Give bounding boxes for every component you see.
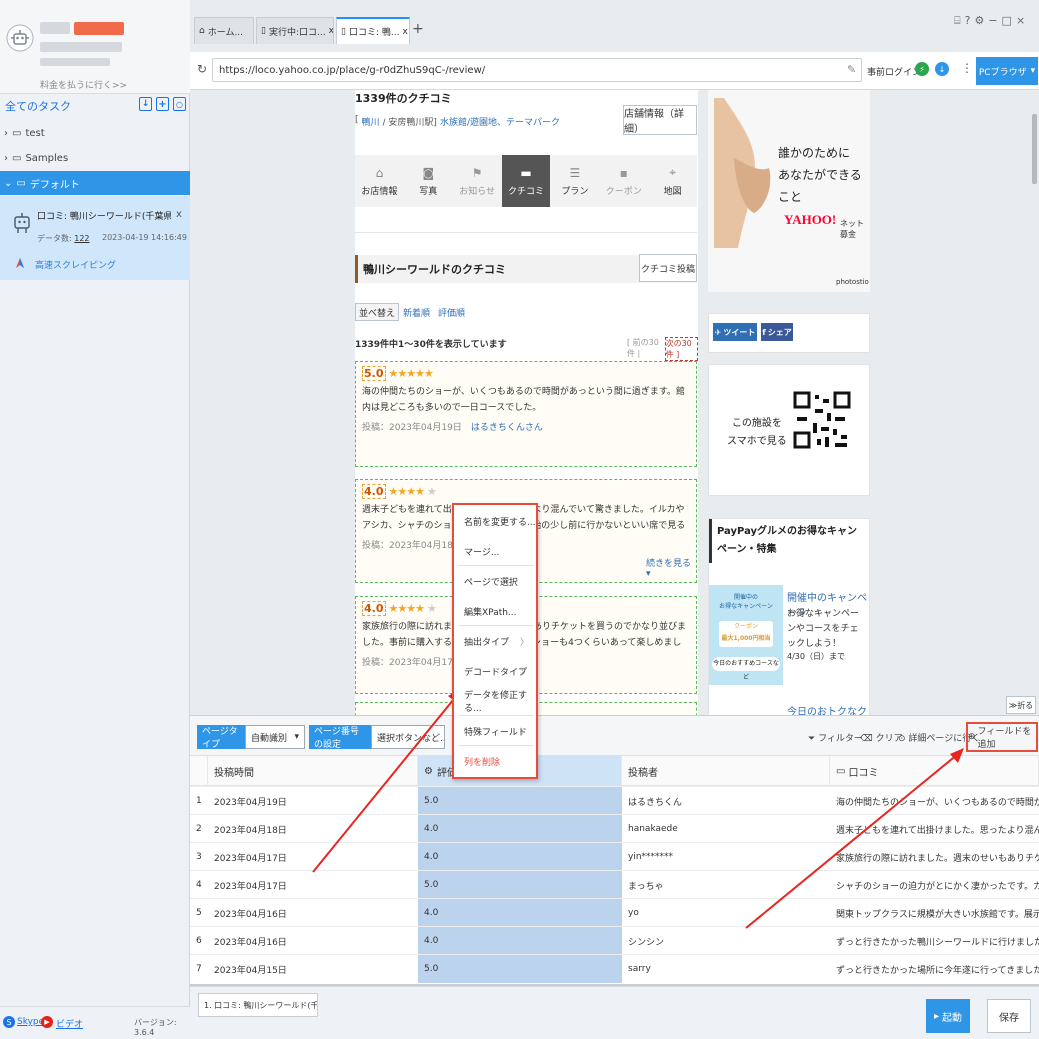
menu-rename[interactable]: 名前を変更する... [454,511,536,531]
menu-edit-xpath[interactable]: 編集XPath... [454,601,536,621]
column-context-menu: 名前を変更する... マージ... ページで選択 編集XPath... 抽出タイ… [452,503,538,779]
menu-decode-type[interactable]: デコードタイプ〉 [454,661,536,681]
menu-delete-column[interactable]: 列を削除 [454,751,536,771]
arrow-to-add-field [745,753,959,929]
menu-special-field[interactable]: 特殊フィールド〉 [454,721,536,741]
menu-extract-type[interactable]: 抽出タイプ〉 [454,631,536,651]
chevron-right-icon: 〉 [520,727,530,738]
arrow-head [950,748,964,763]
menu-merge[interactable]: マージ... [454,541,536,561]
menu-modify-data[interactable]: データを修正する... [454,691,536,714]
chevron-right-icon: 〉 [520,667,530,678]
menu-select-in-page[interactable]: ページで選択 [454,571,536,591]
chevron-right-icon: 〉 [520,637,530,648]
arrow-to-menu [312,693,459,873]
